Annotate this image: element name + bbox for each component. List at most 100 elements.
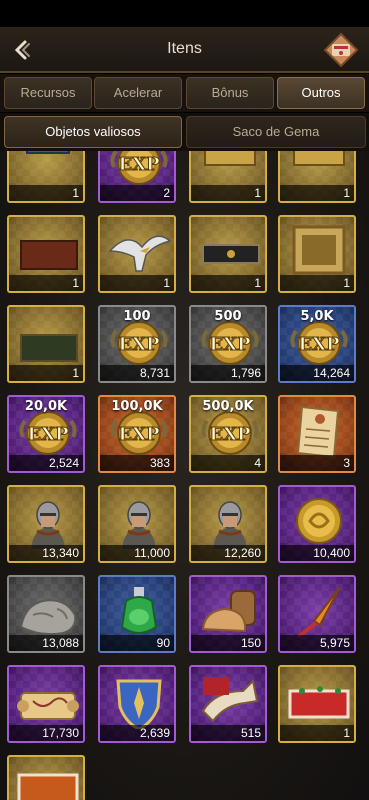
item-slot[interactable]: 1 <box>7 755 85 800</box>
frame-box-icon <box>284 151 354 189</box>
item-slot[interactable]: 1 <box>98 215 176 293</box>
item-slot[interactable]: 13,088 <box>7 575 85 653</box>
item-count: 515 <box>191 725 265 741</box>
item-count: 1 <box>9 365 83 381</box>
svg-text:EXP: EXP <box>298 334 340 355</box>
item-slot[interactable]: EXP 100,0K 383 <box>98 395 176 473</box>
item-slot[interactable]: 13,340 <box>7 485 85 563</box>
svg-text:EXP: EXP <box>209 424 251 445</box>
item-slot[interactable]: 1 <box>7 151 85 203</box>
item-count: 1 <box>280 275 354 291</box>
item-slot[interactable]: EXP 100 8,731 <box>98 305 176 383</box>
exp-amount-label: 5,0K <box>300 309 334 324</box>
subtab-saco-de-gema[interactable]: Saco de Gema <box>186 116 366 148</box>
category-tabs: Recursos Acelerar Bônus Outros <box>0 74 369 112</box>
stone-icon <box>13 581 83 639</box>
item-count: 13,088 <box>9 635 83 651</box>
item-count: 1 <box>280 725 354 741</box>
exp-amount-label: 20,0K <box>24 399 68 414</box>
knight-icon <box>104 491 174 549</box>
item-slot[interactable]: EXP 5,0K 14,264 <box>278 305 356 383</box>
header-bar: Itens <box>0 27 369 73</box>
svg-text:EXP: EXP <box>118 154 160 175</box>
red-banner-icon <box>13 221 83 279</box>
scroll-icon <box>284 401 354 459</box>
item-slot[interactable]: EXP 500,0K 4 <box>189 395 267 473</box>
item-count: 8,731 <box>100 365 174 381</box>
item-count: 1 <box>9 185 83 201</box>
exp-amount-label: 100 <box>123 309 151 324</box>
tab-outros[interactable]: Outros <box>277 77 365 109</box>
item-slot[interactable]: 90 <box>98 575 176 653</box>
subtab-objetos-valiosos[interactable]: Objetos valiosos <box>4 116 182 148</box>
map-scroll-icon <box>13 671 83 729</box>
tab-bonus[interactable]: Bônus <box>186 77 274 109</box>
item-count: 12,260 <box>191 545 265 561</box>
item-slot[interactable]: 1 <box>189 151 267 203</box>
eagle-icon <box>104 221 174 279</box>
ornate-frame-icon <box>284 221 354 279</box>
item-count: 2,639 <box>100 725 174 741</box>
item-count: 2,524 <box>9 455 83 471</box>
svg-text:EXP: EXP <box>209 334 251 355</box>
item-slot[interactable]: 1 <box>7 215 85 293</box>
item-count: 14,264 <box>280 365 354 381</box>
gold-coin-icon <box>284 491 354 549</box>
item-slot[interactable]: 150 <box>189 575 267 653</box>
item-slot[interactable]: 515 <box>189 665 267 743</box>
svg-text:EXP: EXP <box>27 424 69 445</box>
green-banner-icon <box>13 311 83 369</box>
item-slot[interactable]: 1 <box>278 665 356 743</box>
item-slot[interactable]: 5,975 <box>278 575 356 653</box>
festive-banner-icon <box>284 671 354 729</box>
item-count: 1 <box>9 275 83 291</box>
item-count: 11,000 <box>100 545 174 561</box>
item-slot[interactable]: EXP 500 1,796 <box>189 305 267 383</box>
item-slot[interactable]: 1 <box>7 305 85 383</box>
item-count: 1,796 <box>191 365 265 381</box>
knight-icon <box>13 491 83 549</box>
item-count: 5,975 <box>280 635 354 651</box>
svg-text:EXP: EXP <box>118 334 160 355</box>
tab-recursos[interactable]: Recursos <box>4 77 92 109</box>
knight-icon <box>195 491 265 549</box>
emblem-button[interactable] <box>323 32 359 68</box>
item-count: 13,340 <box>9 545 83 561</box>
item-count: 1 <box>191 185 265 201</box>
item-count: 90 <box>100 635 174 651</box>
item-slot[interactable]: 11,000 <box>98 485 176 563</box>
orange-banner-icon <box>13 761 83 800</box>
item-slot[interactable]: 10,400 <box>278 485 356 563</box>
dark-banner-icon <box>195 221 265 279</box>
green-potion-icon <box>104 581 174 639</box>
item-count: 3 <box>280 455 354 471</box>
item-slot[interactable]: 2,639 <box>98 665 176 743</box>
item-count: 150 <box>191 635 265 651</box>
item-grid: 1 EXP 2 1 1 1 1 1 11 EXP 100 8,731 EXP 500 1,796… <box>0 151 369 800</box>
exp-amount-label: 500,0K <box>202 399 254 414</box>
scroll-box-icon <box>13 151 83 189</box>
sub-tabs: Objetos valiosos Saco de Gema <box>0 113 369 151</box>
item-count: 2 <box>100 185 174 201</box>
exp-amount-label: 500 <box>214 309 242 324</box>
item-slot[interactable]: EXP 20,0K 2,524 <box>7 395 85 473</box>
item-slot[interactable]: 17,730 <box>7 665 85 743</box>
shield-icon <box>104 671 174 731</box>
item-slot[interactable]: 1 <box>189 215 267 293</box>
barrel-sack-icon <box>195 581 265 639</box>
tab-acelerar[interactable]: Acelerar <box>94 77 182 109</box>
item-slot[interactable]: 3 <box>278 395 356 473</box>
war-horn-icon <box>195 671 265 729</box>
status-bar <box>0 0 369 27</box>
item-slot[interactable]: EXP 2 <box>98 151 176 203</box>
exp-amount-label: 100,0K <box>111 399 163 414</box>
item-slot[interactable]: 1 <box>278 215 356 293</box>
item-slot[interactable]: 1 <box>278 151 356 203</box>
item-slot[interactable]: 12,260 <box>189 485 267 563</box>
page-title: Itens <box>167 40 202 57</box>
item-count: 17,730 <box>9 725 83 741</box>
exp-medal-icon: EXP <box>104 151 174 189</box>
spearhead-icon <box>284 581 354 639</box>
item-count: 1 <box>191 275 265 291</box>
item-count: 1 <box>100 275 174 291</box>
